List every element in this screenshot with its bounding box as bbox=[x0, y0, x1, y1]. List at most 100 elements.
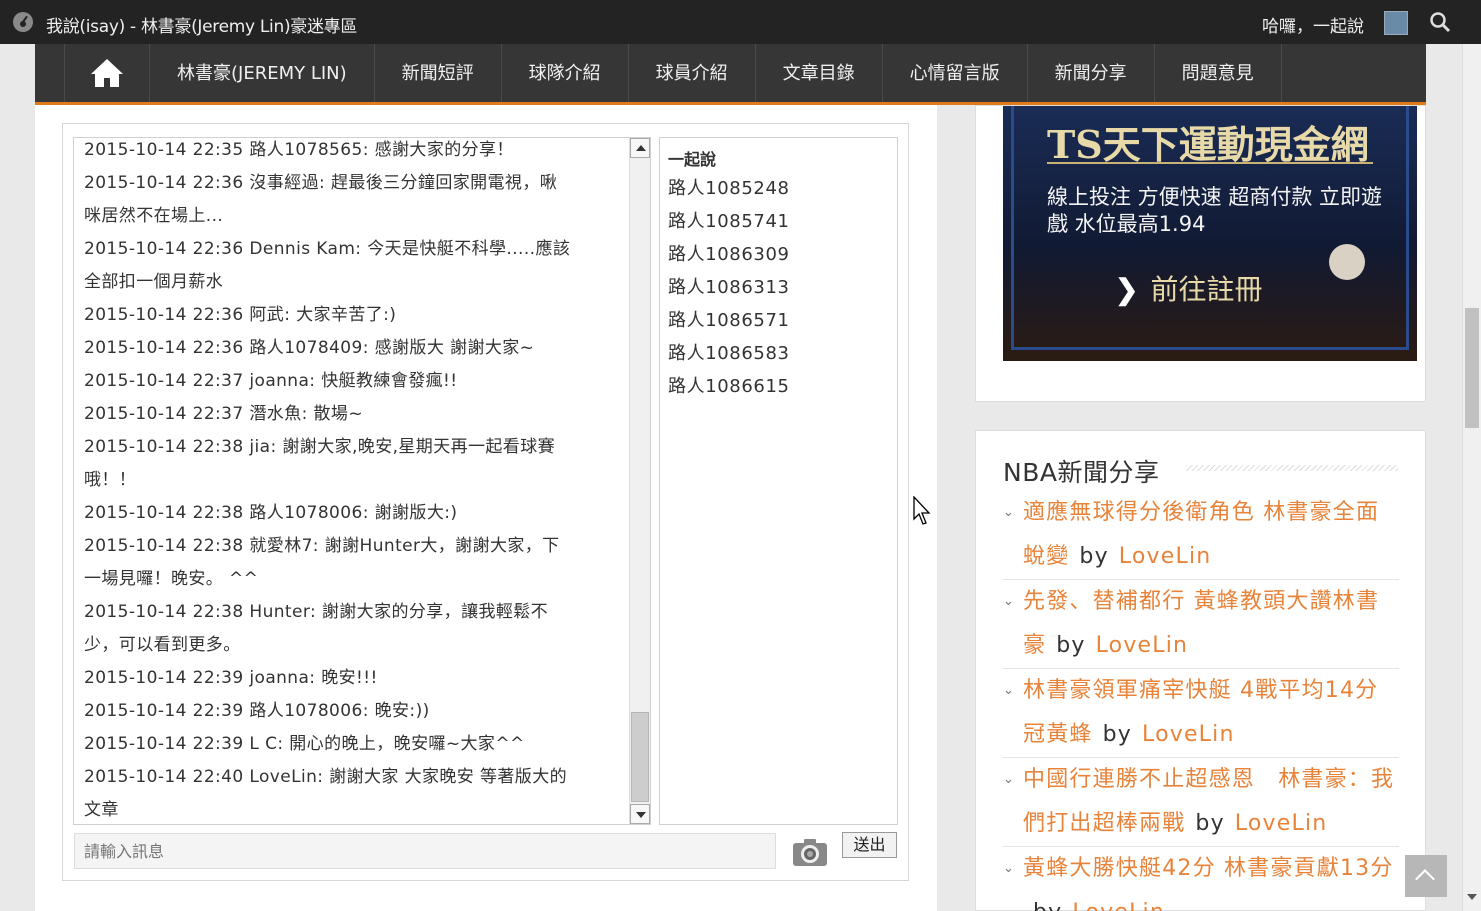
chevron-right-icon: ❯ bbox=[1115, 273, 1139, 306]
nav-item-jeremy-lin[interactable]: 林書豪(JEREMY LIN) bbox=[150, 44, 375, 102]
chat-message-list: 2015-10-14 22:35 路人1078565: 感謝大家的分享！ 2015… bbox=[84, 138, 619, 824]
chevron-down-icon: ⌄ bbox=[1003, 683, 1016, 698]
chat-message-line: 2015-10-14 22:39 L C: 開心的晚上，晚安囉~大家^^ bbox=[84, 734, 525, 754]
chat-message-line: 2015-10-14 22:38 jia: 謝謝大家,晚安,星期天再一起看球賽 bbox=[84, 437, 555, 457]
chat-message-line: 2015-10-14 22:37 潛水魚: 散場~ bbox=[84, 404, 363, 424]
nav-item-teams[interactable]: 球隊介紹 bbox=[502, 44, 629, 102]
nba-news-widget: NBA新聞分享 ⌄ 適應無球得分後衛角色 林書豪全面蛻變 by LoveLin ⌄ 先發、… bbox=[975, 430, 1426, 911]
news-author-link[interactable]: LoveLin bbox=[1235, 811, 1328, 836]
news-item: ⌄ 林書豪領軍痛宰快艇 4戰平均14分冠黃蜂 by LoveLin bbox=[1003, 669, 1399, 758]
news-item: ⌄ 中國行連勝不止超感恩 林書豪：我們打出超棒兩戰 by LoveLin bbox=[1003, 758, 1399, 847]
nav-item-news-share[interactable]: 新聞分享 bbox=[1028, 44, 1155, 102]
news-by-label: by bbox=[1056, 633, 1086, 658]
chat-message-line: 2015-10-14 22:35 路人1078565: 感謝大家的分享！ bbox=[84, 140, 514, 160]
user-list: 路人1085248 路人1085741 路人1086309 路人1086313 路人10… bbox=[668, 172, 790, 403]
news-author-link[interactable]: LoveLin bbox=[1072, 900, 1165, 911]
users-heading: 一起說 bbox=[668, 150, 717, 169]
admin-bar: 我說(isay) - 林書豪(Jeremy Lin)豪迷專區 哈囉，一起說 bbox=[0, 0, 1481, 44]
online-user[interactable]: 路人1086313 bbox=[668, 271, 790, 304]
title-divider bbox=[1186, 465, 1398, 471]
chevron-down-icon: ⌄ bbox=[1003, 594, 1016, 609]
ad-cta-label: 前往註冊 bbox=[1150, 273, 1263, 306]
chat-box: 2015-10-14 22:35 路人1078565: 感謝大家的分享！ 2015… bbox=[62, 123, 909, 881]
chat-message-line: 文章 bbox=[84, 800, 119, 820]
nav-home[interactable] bbox=[64, 44, 150, 102]
page-scrollbar[interactable] bbox=[1462, 44, 1481, 911]
chat-scrollbar[interactable] bbox=[629, 138, 650, 824]
news-item: ⌄ 黃蜂大勝快艇42分 林書豪貢獻13分 by LoveLin bbox=[1003, 847, 1399, 911]
ad-headline: TS天下運動現金網 bbox=[1047, 114, 1369, 169]
chat-message-line: 哦！！ bbox=[84, 470, 137, 490]
chevron-up-icon[interactable] bbox=[630, 138, 650, 158]
send-button[interactable]: 送出 bbox=[842, 832, 897, 858]
news-by-label: by bbox=[1102, 722, 1132, 747]
chat-messages[interactable]: 2015-10-14 22:35 路人1078565: 感謝大家的分享！ 2015… bbox=[73, 137, 651, 825]
chat-message-line: 全部扣一個月薪水 bbox=[84, 272, 224, 292]
news-item: ⌄ 先發、替補都行 黃蜂教頭大讚林書豪 by LoveLin bbox=[1003, 580, 1399, 669]
news-item: ⌄ 適應無球得分後衛角色 林書豪全面蛻變 by LoveLin bbox=[1003, 491, 1399, 580]
online-users: 一起說 路人1085248 路人1085741 路人1086309 路人1086313… bbox=[659, 137, 898, 825]
ad-text: 線上投注 方便快速 超商付款 立即遊戲 水位最高1.94 bbox=[1047, 185, 1383, 236]
online-user[interactable]: 路人1085741 bbox=[668, 205, 790, 238]
home-icon bbox=[91, 59, 123, 87]
chat-message-line: 2015-10-14 22:36 沒事經過: 趕最後三分鐘回家開電視，啾 bbox=[84, 173, 558, 193]
ad-divider bbox=[1047, 162, 1373, 164]
news-title-link[interactable]: 黃蜂大勝快艇42分 林書豪貢獻13分 bbox=[1023, 856, 1394, 881]
chevron-down-icon[interactable] bbox=[630, 804, 650, 824]
chat-message-line: 2015-10-14 22:36 路人1078409: 感謝版大 謝謝大家~ bbox=[84, 338, 535, 358]
news-author-link[interactable]: LoveLin bbox=[1119, 544, 1212, 569]
chat-message-line: 2015-10-14 22:39 路人1078006: 晚安:)) bbox=[84, 701, 430, 721]
news-by-label: by bbox=[1079, 544, 1109, 569]
news-by-label: by bbox=[1195, 811, 1225, 836]
scrollbar-thumb[interactable] bbox=[631, 712, 649, 802]
avatar-icon[interactable] bbox=[1384, 11, 1408, 35]
message-input[interactable] bbox=[74, 833, 776, 869]
ad-widget: TS天下運動現金網 線上投注 方便快速 超商付款 立即遊戲 水位最高1.94 ❯… bbox=[975, 105, 1426, 402]
chevron-down-icon: ⌄ bbox=[1003, 861, 1016, 876]
nav-item-news-review[interactable]: 新聞短評 bbox=[375, 44, 502, 102]
chat-message-line: 2015-10-14 22:37 joanna: 快艇教練會發瘋!! bbox=[84, 371, 458, 391]
chevron-down-icon[interactable] bbox=[1467, 894, 1477, 900]
ad-banner[interactable]: TS天下運動現金網 線上投注 方便快速 超商付款 立即遊戲 水位最高1.94 ❯… bbox=[1003, 106, 1417, 361]
ad-cta[interactable]: ❯ 前往註冊 bbox=[1115, 268, 1262, 308]
nav-item-guestbook[interactable]: 心情留言版 bbox=[883, 44, 1028, 102]
main-nav: 林書豪(JEREMY LIN) 新聞短評 球隊介紹 球員介紹 文章目錄 心情留言… bbox=[35, 44, 1426, 105]
dashboard-icon[interactable] bbox=[12, 11, 34, 33]
news-list: ⌄ 適應無球得分後衛角色 林書豪全面蛻變 by LoveLin ⌄ 先發、替補都行 黃蜂教… bbox=[1003, 491, 1399, 911]
chat-message-line: 2015-10-14 22:38 就愛林7: 謝謝Hunter大，謝謝大家，下 bbox=[84, 536, 560, 556]
chevron-down-icon: ⌄ bbox=[1003, 505, 1016, 520]
news-author-link[interactable]: LoveLin bbox=[1142, 722, 1235, 747]
page-scrollbar-thumb[interactable] bbox=[1465, 308, 1479, 428]
chat-message-line: 2015-10-14 22:40 LoveLin: 謝謝大家 大家晚安 等著版大… bbox=[84, 767, 567, 787]
baseball-image bbox=[1329, 244, 1365, 280]
nav-items: 林書豪(JEREMY LIN) 新聞短評 球隊介紹 球員介紹 文章目錄 心情留言… bbox=[150, 44, 1282, 102]
online-user[interactable]: 路人1086571 bbox=[668, 304, 790, 337]
chat-message-line: 2015-10-14 22:36 Dennis Kam: 今天是快艇不科學...… bbox=[84, 239, 571, 259]
news-by-label: by bbox=[1033, 900, 1062, 911]
ad-brand-rest: 天下運動現金網 bbox=[1102, 122, 1369, 167]
greeting[interactable]: 哈囉，一起說 bbox=[1262, 12, 1364, 37]
main-content: 2015-10-14 22:35 路人1078565: 感謝大家的分享！ 2015… bbox=[35, 105, 937, 911]
widget-title: NBA新聞分享 bbox=[1003, 458, 1160, 487]
chat-message-line: 2015-10-14 22:36 阿武: 大家辛苦了:) bbox=[84, 305, 397, 325]
chat-message-line: 2015-10-14 22:39 joanna: 晚安!!! bbox=[84, 668, 378, 688]
nav-item-feedback[interactable]: 問題意見 bbox=[1155, 44, 1282, 102]
chat-message-line: 咪居然不在場上... bbox=[84, 206, 224, 226]
online-user[interactable]: 路人1086583 bbox=[668, 337, 790, 370]
back-to-top-button[interactable] bbox=[1405, 855, 1447, 897]
online-user[interactable]: 路人1086309 bbox=[668, 238, 790, 271]
nav-item-articles[interactable]: 文章目錄 bbox=[756, 44, 883, 102]
search-icon[interactable] bbox=[1428, 10, 1452, 34]
chat-message-line: 少，可以看到更多。 bbox=[84, 635, 241, 655]
chat-message-line: 一場見囉！晚安。 ^^ bbox=[84, 569, 259, 589]
camera-icon[interactable] bbox=[791, 836, 829, 868]
news-author-link[interactable]: LoveLin bbox=[1096, 633, 1189, 658]
online-user[interactable]: 路人1086615 bbox=[668, 370, 790, 403]
site-title[interactable]: 我說(isay) - 林書豪(Jeremy Lin)豪迷專區 bbox=[46, 12, 357, 37]
online-user[interactable]: 路人1085248 bbox=[668, 172, 790, 205]
mouse-cursor-icon bbox=[913, 496, 931, 525]
nav-item-players[interactable]: 球員介紹 bbox=[629, 44, 756, 102]
chat-message-line: 2015-10-14 22:38 Hunter: 謝謝大家的分享，讓我輕鬆不 bbox=[84, 602, 549, 622]
chat-message-line: 2015-10-14 22:38 路人1078006: 謝謝版大:) bbox=[84, 503, 458, 523]
ad-brand-prefix: TS bbox=[1047, 122, 1103, 167]
